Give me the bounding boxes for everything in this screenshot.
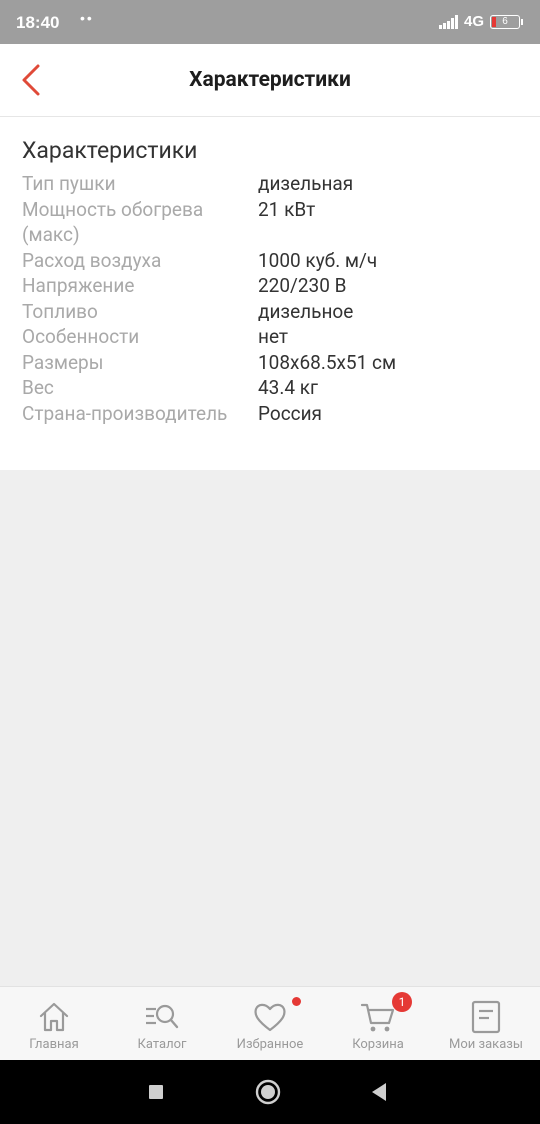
spec-row: Расход воздуха 1000 куб. м/ч (22, 248, 522, 274)
specs-card: Характеристики Тип пушки дизельная Мощно… (0, 117, 540, 470)
battery-level: 6 (502, 15, 508, 27)
home-button[interactable] (253, 1077, 283, 1107)
spec-label: Страна-производитель (22, 401, 228, 425)
status-time: 18:40 (16, 13, 60, 32)
spec-label: Вес (22, 376, 54, 399)
signal-icon (438, 14, 458, 29)
spec-value: дизельная (258, 172, 354, 195)
specs-heading: Характеристики (22, 137, 198, 164)
nav-item-orders[interactable]: Мои заказы (432, 987, 540, 1061)
spec-label: Мощность обогрева (макс) (22, 197, 204, 247)
spec-row: Особенности нет (22, 324, 522, 350)
nav-label: Избранное (236, 1037, 304, 1052)
heart-icon (254, 1003, 286, 1032)
nav-item-favorites[interactable]: Избранное (216, 987, 324, 1061)
spec-label: Топливо (22, 299, 98, 323)
spec-label: Напряжение (22, 274, 135, 297)
spec-value: 108x68.5x51 см (258, 350, 397, 374)
spec-value: 21 кВт (258, 197, 316, 221)
catalog-search-icon (146, 1004, 179, 1029)
spec-label: Особенности (22, 325, 140, 348)
page-title: Характеристики (189, 68, 351, 92)
bottom-nav: Главная Каталог Избранное 1 Корзина Мои … (0, 986, 540, 1061)
nav-label: Каталог (137, 1037, 187, 1052)
app-header: Характеристики (0, 44, 540, 117)
spec-row: Размеры 108x68.5x51 см (22, 350, 522, 376)
status-bar: 18:40 •• 4G 6 (0, 0, 540, 44)
notification-dots: •• (80, 10, 94, 26)
system-nav-bar (0, 1060, 540, 1124)
spec-row: Мощность обогрева (макс) 21 кВт (22, 197, 522, 248)
spec-row: Тип пушки дизельная (22, 171, 522, 197)
spec-row: Страна-производитель Россия (22, 401, 522, 427)
nav-label: Мои заказы (449, 1037, 523, 1052)
battery-fill (492, 16, 496, 27)
network-type: 4G (463, 13, 484, 30)
spec-label: Тип пушки (22, 172, 116, 195)
spec-value: дизельное (258, 299, 354, 323)
spec-row: Вес 43.4 кг (22, 375, 522, 401)
specs-table: Тип пушки дизельная Мощность обогрева (м… (22, 171, 522, 426)
cart-count-badge: 1 (392, 992, 412, 1012)
spec-label: Расход воздуха (22, 248, 162, 272)
battery-icon: 6 (490, 14, 523, 29)
spec-row: Напряжение 220/230 В (22, 273, 522, 299)
cart-icon (360, 1003, 395, 1032)
nav-label: Главная (29, 1037, 79, 1052)
spec-value: 220/230 В (258, 274, 347, 297)
nav-item-catalog[interactable]: Каталог (108, 987, 216, 1061)
home-icon (39, 1002, 69, 1032)
spec-value: 1000 куб. м/ч (258, 248, 378, 272)
nav-label: Корзина (352, 1037, 404, 1052)
spec-row: Топливо дизельное (22, 299, 522, 325)
spec-value: нет (258, 325, 289, 348)
back-nav-button[interactable] (364, 1077, 394, 1107)
recent-apps-button[interactable] (141, 1077, 171, 1107)
orders-icon (471, 1000, 501, 1034)
spec-value: Россия (258, 401, 322, 425)
spec-value: 43.4 кг (258, 376, 319, 399)
nav-item-home[interactable]: Главная (0, 987, 108, 1061)
notification-dot (292, 997, 301, 1006)
status-indicators: 4G 6 (438, 13, 523, 30)
spec-label: Размеры (22, 350, 104, 374)
nav-item-cart[interactable]: 1 Корзина (324, 987, 432, 1061)
